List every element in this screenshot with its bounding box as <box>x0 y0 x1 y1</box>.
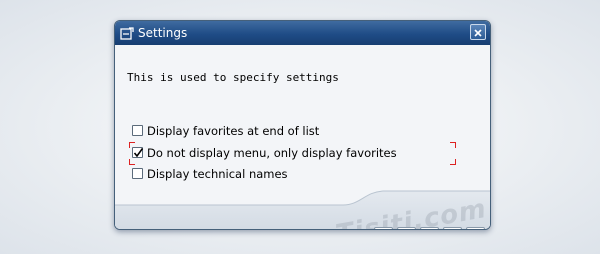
focus-bracket <box>129 159 135 165</box>
focus-bracket <box>450 142 456 148</box>
checkmark-icon <box>133 148 144 158</box>
checkbox[interactable] <box>132 168 143 179</box>
dialog-content: This is used to specify settings Display… <box>115 45 490 230</box>
settings-dialog: Settings This is used to specify setting… <box>114 20 491 230</box>
description-text: This is used to specify settings <box>127 71 339 84</box>
list-details-icon <box>422 229 437 230</box>
settings-window-icon <box>120 26 134 40</box>
document-icon <box>445 229 460 230</box>
focus-bracket <box>129 142 135 148</box>
checkmark-icon <box>376 229 391 230</box>
focus-bracket <box>450 159 456 165</box>
close-button[interactable] <box>470 24 486 40</box>
dialog-title: Settings <box>138 26 188 40</box>
option-label: Display favorites at end of list <box>147 124 320 138</box>
cancel-button[interactable] <box>466 227 485 230</box>
select-pointer-icon <box>399 229 414 230</box>
option-label: Do not display menu, only display favori… <box>147 146 397 160</box>
checkbox[interactable] <box>132 125 143 136</box>
checkbox-checked[interactable] <box>132 147 144 158</box>
close-icon <box>474 29 482 37</box>
option-label: Display technical names <box>147 167 288 181</box>
details-button[interactable] <box>420 227 439 230</box>
select-button[interactable] <box>397 227 416 230</box>
confirm-button[interactable] <box>374 227 393 230</box>
title-bar[interactable]: Settings <box>115 21 490 45</box>
document-button[interactable] <box>443 227 462 230</box>
cancel-x-icon <box>468 229 483 230</box>
